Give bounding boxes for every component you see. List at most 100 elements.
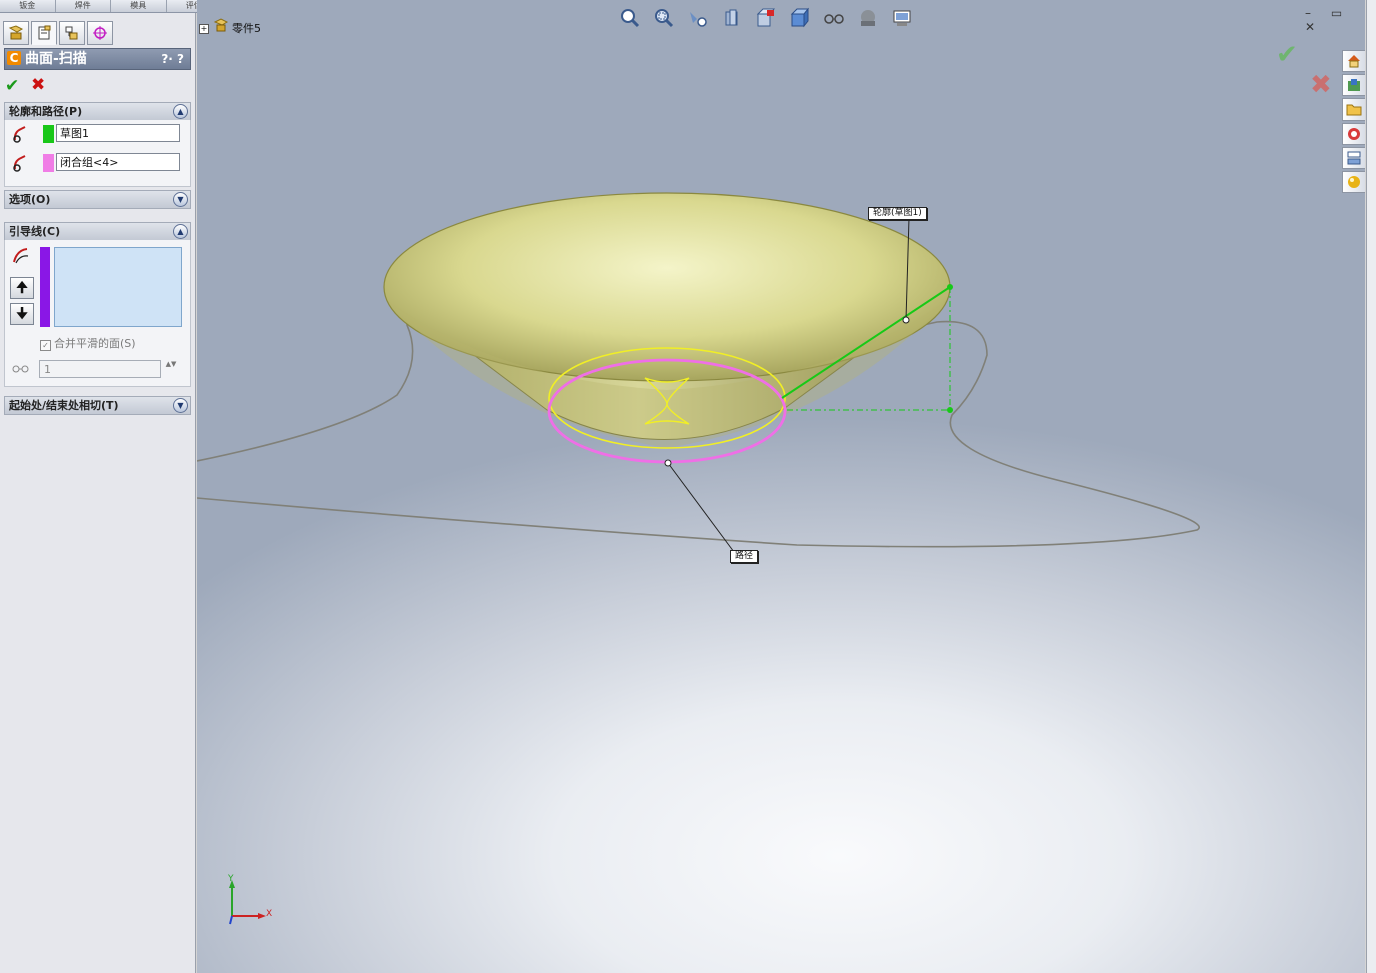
group-profile-path-label: 轮廓和路径(P) [9,105,83,118]
edit-appearance-button[interactable] [855,6,881,30]
zoom-to-area-icon [655,9,674,28]
dim-xpert-icon [93,26,107,40]
group-tangency-label: 起始处/结束处相切(T) [9,399,119,412]
configuration-manager-tab[interactable] [59,21,85,45]
guide-curves-list[interactable] [54,247,182,327]
section-count-spinner[interactable]: ▲▼ [165,360,177,378]
property-manager-tab[interactable] [31,21,57,45]
reference-triad: Y X [220,874,280,939]
view-orientation-button[interactable] [753,6,779,30]
manager-tabs [3,21,113,47]
collapse-icon[interactable]: ▲ [173,224,188,239]
appearances-icon [1348,175,1360,188]
apply-scene-icon [893,10,911,26]
profile-color-swatch [43,125,54,143]
previous-view-icon [690,12,707,27]
file-explorer-icon [1346,104,1362,116]
expand-icon[interactable]: ▼ [173,398,188,413]
group-profile-path-header[interactable]: 轮廓和路径(P) ▲ [4,102,191,121]
group-guide-curves-label: 引导线(C) [9,225,61,238]
feature-tree-flyout[interactable]: + 零件5 [199,18,261,36]
property-manager-icon [38,25,51,40]
merge-smooth-faces-label: 合并平滑的面(S) [54,337,136,350]
cancel-button[interactable]: ✖ [31,75,45,95]
group-guide-curves-body: 🠉 🠋 ✓ 合并平滑的面(S) 1 ▲▼ [4,240,191,387]
part-icon [213,18,233,35]
feature-manager-tab[interactable] [3,21,29,45]
confirmation-corner-cancel[interactable]: ✖ [1310,70,1332,100]
confirmation-corner-ok[interactable]: ✔ [1276,40,1298,70]
path-callout[interactable]: 路径 [730,550,759,563]
merge-smooth-faces-checkbox[interactable]: ✓ 合并平滑的面(S) [40,335,136,351]
heads-up-view-toolbar [617,6,915,30]
tab-view-palette[interactable] [1342,146,1365,169]
tab-file-explorer[interactable] [1342,98,1365,121]
ok-button[interactable]: ✔ [5,76,19,96]
help-button[interactable]: ?· ? [161,49,184,69]
surface-sweep-icon: C [7,51,21,65]
hide-show-items-button[interactable] [821,6,847,30]
hide-show-items-icon [824,14,844,24]
model-preview [197,192,1200,553]
configuration-manager-icon [65,26,78,40]
command-tab-strip: 钣金 焊件 模具 评估 [0,0,222,13]
zoom-to-fit-button[interactable] [617,6,643,30]
tab-weldments[interactable]: 焊件 [56,0,111,12]
path-icon [11,153,33,173]
section-view-button[interactable] [719,6,745,30]
edit-appearance-icon [861,10,875,26]
graphics-viewport[interactable]: + 零件5 – ▭ ✕ ✔ ✖ 轮廓(草图1) 路径 Y X [197,0,1365,973]
property-manager-panel: C 曲面-扫描 ?· ? ✔ ✖ 轮廓和路径(P) ▲ 草图1 闭合组<4> 选… [0,13,196,973]
profile-field[interactable]: 草图1 [56,124,180,142]
glasses-icon [12,360,30,377]
right-task-pane-edge [1366,0,1376,973]
expand-icon[interactable]: ▼ [173,192,188,207]
checkbox-box[interactable]: ✓ [40,340,51,351]
group-profile-path-body: 草图1 闭合组<4> [4,120,191,187]
section-count-field[interactable]: 1 [39,360,161,378]
view-orientation-icon [756,8,776,27]
task-pane-tabs [1342,50,1365,194]
expand-icon[interactable]: + [199,24,209,34]
guide-color-swatch [40,247,50,327]
tab-mold-tools[interactable]: 模具 [111,0,167,12]
tab-sheet-metal[interactable]: 钣金 [0,0,56,12]
path-selection-row: 闭合组<4> [11,152,183,174]
home-icon [1348,55,1360,68]
collapse-icon[interactable]: ▲ [173,104,188,119]
group-tangency-header[interactable]: 起始处/结束处相切(T) ▼ [4,396,191,415]
section-view-icon [725,9,738,26]
tab-design-library[interactable] [1342,74,1365,97]
path-color-swatch [43,154,54,172]
profile-callout[interactable]: 轮廓(草图1) [868,207,927,220]
page-title: 曲面-扫描 [25,51,87,67]
design-library-icon [1348,79,1360,92]
feature-manager-icon [8,25,24,40]
tab-appearances[interactable] [1342,170,1365,194]
profile-icon [11,124,33,144]
path-field[interactable]: 闭合组<4> [56,153,180,171]
guide-curve-icon [11,246,31,269]
move-down-button[interactable]: 🠋 [10,303,34,325]
group-options-label: 选项(O) [9,193,51,206]
search-icon [1348,127,1360,140]
zoom-to-fit-icon [621,9,640,28]
previous-view-button[interactable] [685,6,711,30]
tab-search[interactable] [1342,122,1365,145]
display-style-icon [790,7,810,28]
tab-home[interactable] [1342,50,1365,73]
window-controls[interactable]: – ▭ ✕ [1305,6,1365,34]
view-palette-icon [1347,151,1361,165]
part-name: 零件5 [232,22,261,35]
group-options-header[interactable]: 选项(O) ▼ [4,190,191,209]
dimxpert-tab[interactable] [87,21,113,45]
triad-x-label: X [266,909,273,919]
zoom-to-area-button[interactable] [651,6,677,30]
triad-y-label: Y [228,874,234,884]
profile-selection-row: 草图1 [11,123,183,145]
display-style-button[interactable] [787,6,813,30]
move-up-button[interactable]: 🠉 [10,277,34,299]
group-guide-curves-header[interactable]: 引导线(C) ▲ [4,222,191,241]
property-manager-header: C 曲面-扫描 ?· ? [4,48,191,70]
apply-scene-button[interactable] [889,6,915,30]
